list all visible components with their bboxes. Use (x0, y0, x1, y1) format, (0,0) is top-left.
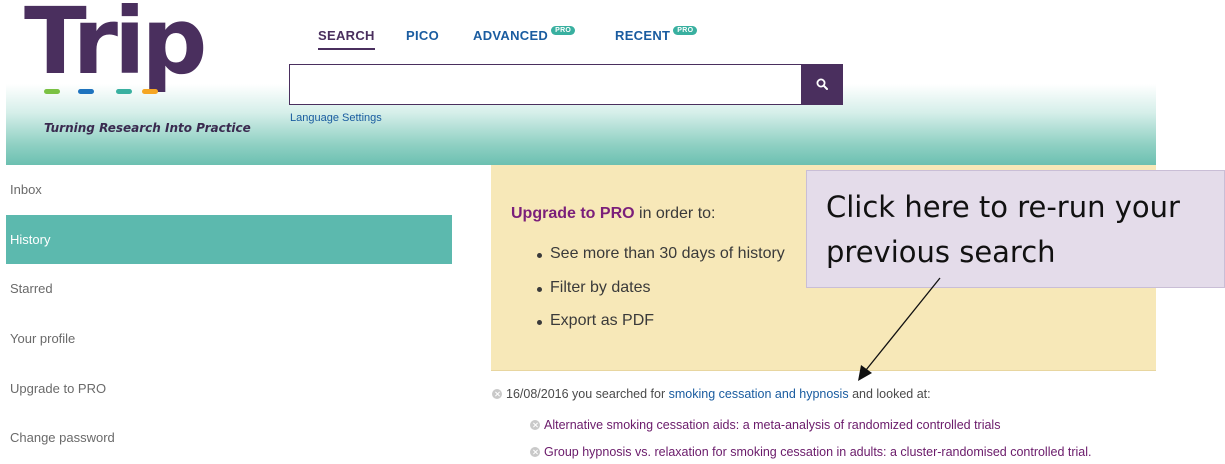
history-prefix: you searched for (568, 387, 669, 401)
benefit-item: See more than 30 days of history (537, 245, 785, 279)
history-result: Alternative smoking cessation aids: a me… (530, 418, 1000, 432)
sidebar-item-your-profile[interactable]: Your profile (6, 314, 452, 364)
tab-search-label: SEARCH (318, 28, 375, 43)
sidebar-item-label: Change password (10, 430, 115, 446)
callout-text: Click here to re-run your previous searc… (826, 185, 1180, 275)
search-button[interactable] (801, 64, 843, 105)
logo-color-dots (44, 89, 204, 95)
tab-pico-label: PICO (406, 28, 439, 43)
sidebar-item-change-password[interactable]: Change password (6, 413, 452, 463)
trip-logo[interactable]: Trip (24, 0, 224, 114)
upgrade-benefits-list: See more than 30 days of history Filter … (537, 245, 785, 346)
sidebar-item-label: History (10, 231, 51, 247)
logo-dot (116, 89, 132, 94)
tab-search[interactable]: SEARCH (318, 28, 375, 50)
logo-dot (44, 89, 60, 94)
history-query-link[interactable]: smoking cessation and hypnosis (669, 387, 849, 401)
history-result: Group hypnosis vs. relaxation for smokin… (530, 445, 1091, 459)
logo-dot (78, 89, 94, 94)
tab-advanced[interactable]: ADVANCED PRO (473, 26, 576, 43)
sidebar: Inbox History Starred Your profile Upgra… (6, 165, 452, 463)
pro-badge: PRO (551, 26, 576, 35)
pro-badge: PRO (673, 26, 698, 35)
language-settings-link[interactable]: Language Settings (290, 112, 382, 124)
sidebar-item-label: Upgrade to PRO (10, 380, 107, 396)
upgrade-to-pro-link[interactable]: Upgrade to PRO (511, 205, 635, 222)
benefit-item: Filter by dates (537, 279, 785, 313)
sidebar-item-starred[interactable]: Starred (6, 264, 452, 314)
history-result-link[interactable]: Group hypnosis vs. relaxation for smokin… (544, 445, 1091, 459)
history-entry: 16/08/2016 you searched for smoking cess… (492, 387, 931, 401)
tab-recent[interactable]: RECENT PRO (615, 26, 698, 43)
callout-annotation: Click here to re-run your previous searc… (806, 170, 1225, 288)
sidebar-item-label: Your profile (10, 331, 76, 347)
sidebar-item-inbox[interactable]: Inbox (6, 165, 452, 215)
search-icon (816, 78, 828, 90)
remove-icon[interactable] (530, 420, 540, 430)
tab-advanced-label: ADVANCED (473, 28, 549, 43)
remove-icon[interactable] (530, 447, 540, 457)
sidebar-item-label: Starred (10, 281, 53, 297)
callout-line: Click here to re-run your (826, 190, 1180, 224)
history-suffix: and looked at: (848, 387, 931, 401)
upgrade-heading: Upgrade to PRO in order to: (511, 205, 716, 223)
sidebar-item-upgrade-to-pro[interactable]: Upgrade to PRO (6, 363, 452, 413)
tab-recent-label: RECENT (615, 28, 671, 43)
logo-word: Trip (24, 0, 207, 95)
search-input[interactable] (289, 64, 802, 105)
upgrade-heading-suffix: in order to: (634, 205, 716, 222)
history-date: 16/08/2016 (506, 387, 569, 401)
callout-line: previous search (826, 235, 1056, 269)
sidebar-item-label: Inbox (10, 182, 42, 198)
logo-tagline: Turning Research Into Practice (44, 121, 251, 135)
remove-icon[interactable] (492, 389, 502, 399)
logo-dot (142, 89, 158, 94)
benefit-item: Export as PDF (537, 312, 785, 346)
tab-pico[interactable]: PICO (406, 28, 439, 43)
history-result-link[interactable]: Alternative smoking cessation aids: a me… (544, 418, 1000, 432)
sidebar-item-history[interactable]: History (6, 214, 452, 265)
